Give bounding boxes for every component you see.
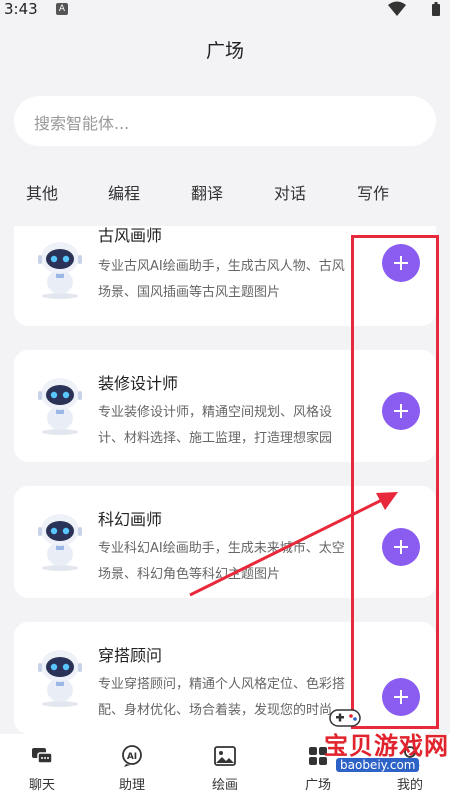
chat-icon [32, 748, 53, 764]
nav-label: 聊天 [28, 778, 55, 793]
search-placeholder: 搜索智能体... [34, 114, 130, 133]
add-agent-button[interactable] [382, 244, 420, 282]
page-title: 广场 [205, 40, 244, 62]
agent-card[interactable]: 装修设计师 专业装修设计师，精通空间规划、风格设 计、材料选择、施工监理，打造理… [14, 350, 436, 462]
robot-avatar-icon [38, 378, 82, 435]
notification-icon: A [56, 3, 68, 15]
card-description: 专业穿搭顾问，精通个人风格定位、色彩搭 配、身材优化、场合着装，发现您的时尚 [98, 672, 380, 724]
card-desc-line: 计、材料选择、施工监理，打造理想家园 [98, 431, 333, 446]
card-desc-line: 专业穿搭顾问，精通个人风格定位、色彩搭 [98, 677, 346, 692]
status-time: 3:43 [4, 0, 38, 18]
status-bar: 3:43 A [0, 0, 450, 22]
card-desc-line: 专业装修设计师，精通空间规划、风格设 [98, 405, 333, 420]
nav-label: 我的 [396, 778, 423, 793]
add-agent-button[interactable] [382, 678, 420, 716]
nav-item-chat[interactable]: 聊天 [2, 734, 82, 800]
nav-item-drawing[interactable]: 绘画 [185, 734, 265, 800]
agent-card[interactable]: 古风画师 专业古风AI绘画助手，生成古风人物、古风 场景、国风插画等古风主题图片 [14, 226, 436, 326]
agent-card[interactable]: 穿搭顾问 专业穿搭顾问，精通个人风格定位、色彩搭 配、身材优化、场合着装，发现您… [14, 622, 436, 734]
agent-card[interactable]: 科幻画师 专业科幻AI绘画助手，生成未来城市、太空 场景、科幻角色等科幻主题图片 [14, 486, 436, 598]
add-agent-button[interactable] [382, 392, 420, 430]
category-tabs: 其他 编程 翻译 对话 写作 [0, 180, 450, 204]
card-desc-line: 配、身材优化、场合着装，发现您的时尚 [98, 703, 333, 718]
card-desc-line: 专业古风AI绘画助手，生成古风人物、古风 [98, 259, 345, 274]
add-agent-button[interactable] [382, 528, 420, 566]
card-title: 古风画师 [98, 226, 163, 245]
card-description: 专业科幻AI绘画助手，生成未来城市、太空 场景、科幻角色等科幻主题图片 [98, 536, 380, 588]
card-title: 科幻画师 [98, 510, 163, 529]
card-desc-line: 场景、科幻角色等科幻主题图片 [98, 567, 281, 582]
robot-avatar-icon [38, 514, 82, 571]
nav-label: 绘画 [211, 778, 238, 793]
card-title: 装修设计师 [98, 374, 179, 393]
nav-item-plaza[interactable]: 广场 [278, 734, 358, 800]
card-title: 穿搭顾问 [98, 646, 163, 665]
nav-label: 助理 [118, 778, 145, 793]
tab-other[interactable]: 其他 [26, 180, 58, 204]
bottom-nav: 聊天 AI 助理 绘画 广场 我的 [0, 734, 450, 800]
ai-assistant-icon: AI [122, 745, 142, 767]
tab-translation[interactable]: 翻译 [191, 180, 223, 204]
profile-icon [400, 746, 420, 767]
card-desc-line: 场景、国风插画等古风主题图片 [98, 285, 281, 300]
tab-writing[interactable]: 写作 [357, 180, 389, 204]
search-input[interactable]: 搜索智能体... [14, 96, 436, 146]
robot-avatar-icon [38, 242, 82, 299]
plaza-icon [309, 747, 327, 765]
card-description: 专业装修设计师，精通空间规划、风格设 计、材料选择、施工监理，打造理想家园 [98, 400, 380, 452]
card-desc-line: 专业科幻AI绘画助手，生成未来城市、太空 [98, 541, 345, 556]
nav-item-profile[interactable]: 我的 [370, 734, 450, 800]
tab-programming[interactable]: 编程 [108, 180, 140, 204]
robot-avatar-icon [38, 650, 82, 707]
battery-icon [432, 2, 440, 16]
image-icon [214, 746, 236, 766]
svg-text:AI: AI [127, 752, 137, 762]
card-description: 专业古风AI绘画助手，生成古风人物、古风 场景、国风插画等古风主题图片 [98, 254, 380, 306]
nav-label: 广场 [304, 778, 331, 793]
tab-chat[interactable]: 对话 [274, 180, 306, 204]
nav-item-assistant[interactable]: AI 助理 [92, 734, 172, 800]
agent-list[interactable]: 古风画师 专业古风AI绘画助手，生成古风人物、古风 场景、国风插画等古风主题图片… [0, 226, 450, 734]
wifi-icon [388, 1, 406, 16]
